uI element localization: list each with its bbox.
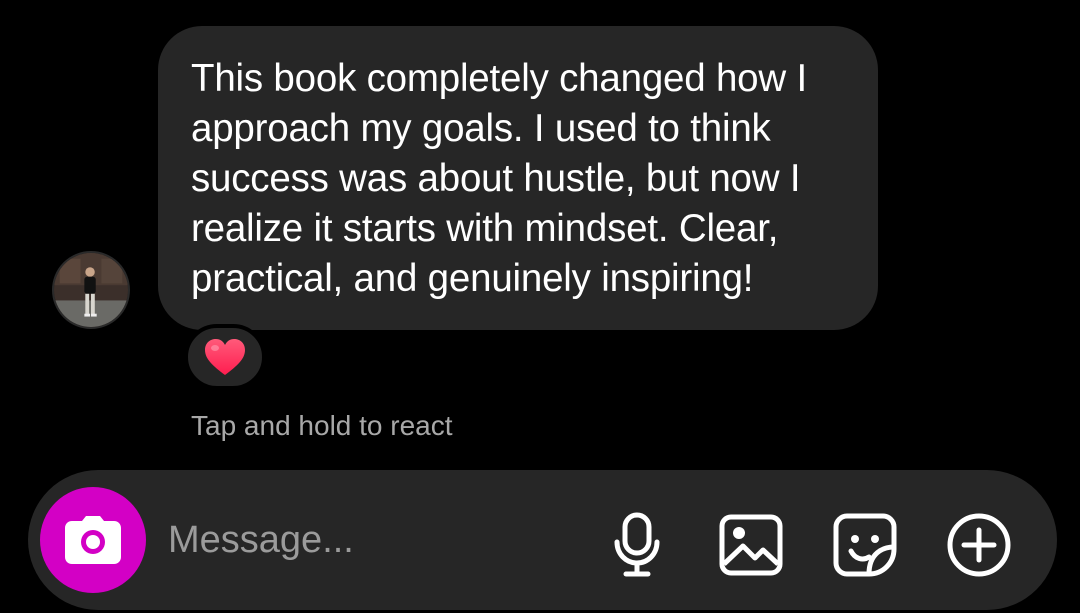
- chat-screen: This book completely changed how I appro…: [0, 0, 1080, 613]
- message-text: This book completely changed how I appro…: [191, 57, 807, 300]
- sticker-button[interactable]: [830, 510, 900, 580]
- sender-avatar[interactable]: [52, 251, 130, 329]
- microphone-icon: [614, 512, 660, 577]
- reaction-pill[interactable]: [184, 324, 266, 390]
- sticker-icon: [833, 513, 897, 577]
- message-composer: [28, 470, 1057, 610]
- more-options-button[interactable]: [944, 510, 1014, 580]
- voice-message-button[interactable]: [602, 510, 672, 580]
- message-bubble[interactable]: This book completely changed how I appro…: [158, 26, 878, 330]
- react-hint: Tap and hold to react: [191, 410, 453, 441]
- message-input[interactable]: [168, 514, 588, 566]
- camera-button[interactable]: [40, 487, 146, 593]
- plus-circle-icon: [947, 513, 1011, 577]
- heart-icon: [205, 339, 245, 375]
- gallery-icon: [719, 514, 783, 576]
- gallery-button[interactable]: [716, 510, 786, 580]
- camera-icon: [65, 516, 121, 564]
- avatar-photo: [54, 253, 128, 327]
